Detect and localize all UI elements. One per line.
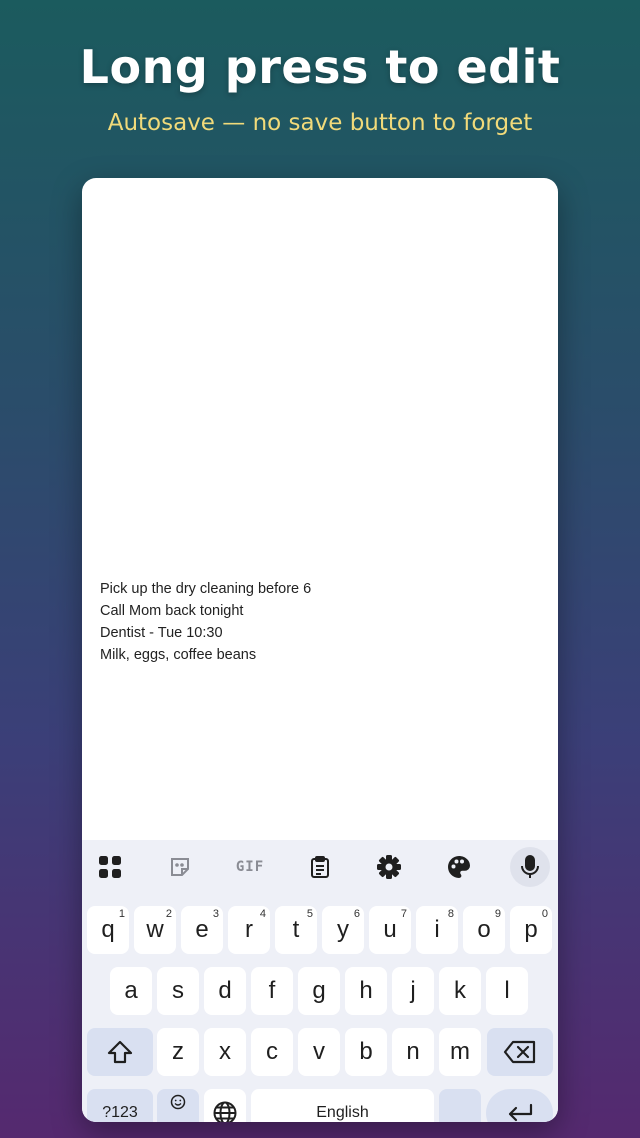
key-label: x — [219, 1038, 231, 1065]
shift-icon — [107, 1040, 133, 1064]
key-w[interactable]: w2 — [134, 906, 176, 954]
key-label: u — [383, 916, 397, 943]
space-label: English — [316, 1104, 369, 1121]
key-a[interactable]: a — [110, 967, 152, 1015]
key-label: r — [245, 916, 253, 943]
sticker-icon[interactable] — [160, 847, 200, 887]
key-k[interactable]: k — [439, 967, 481, 1015]
enter-key[interactable] — [486, 1089, 553, 1122]
key-hint: 4 — [259, 908, 266, 920]
key-hint: 5 — [306, 908, 313, 920]
key-hint: 7 — [400, 908, 407, 920]
key-hint: 6 — [353, 908, 360, 920]
key-label: y — [337, 916, 349, 943]
gif-icon[interactable]: GIF — [230, 847, 270, 887]
key-hint: 0 — [541, 908, 548, 920]
key-hint: 1 — [118, 908, 125, 920]
key-n[interactable]: n — [392, 1028, 434, 1076]
language-key[interactable] — [204, 1089, 246, 1122]
page-subtitle: Autosave — no save button to forget — [107, 110, 533, 136]
emoji-icon — [170, 1094, 186, 1110]
key-label: n — [406, 1038, 420, 1065]
note-line[interactable]: Pick up the dry cleaning before 6 — [100, 578, 540, 600]
key-label: i — [434, 916, 440, 943]
key-h[interactable]: h — [345, 967, 387, 1015]
key-label: z — [172, 1038, 184, 1065]
key-c[interactable]: c — [251, 1028, 293, 1076]
gif-label: GIF — [235, 859, 265, 875]
emoji-key[interactable] — [157, 1089, 199, 1122]
key-l[interactable]: l — [486, 967, 528, 1015]
key-label: d — [218, 977, 232, 1004]
key-hint: 9 — [494, 908, 501, 920]
period-key[interactable] — [439, 1089, 481, 1122]
key-x[interactable]: x — [204, 1028, 246, 1076]
keyboard-toolbar: GIF — [82, 840, 558, 894]
key-label: f — [268, 977, 276, 1004]
key-e[interactable]: e3 — [181, 906, 223, 954]
key-y[interactable]: y6 — [322, 906, 364, 954]
key-q[interactable]: q1 — [87, 906, 129, 954]
key-label: l — [504, 977, 510, 1004]
key-p[interactable]: p0 — [510, 906, 552, 954]
key-f[interactable]: f — [251, 967, 293, 1015]
gear-icon[interactable] — [369, 847, 409, 887]
key-m[interactable]: m — [439, 1028, 481, 1076]
key-b[interactable]: b — [345, 1028, 387, 1076]
key-label: o — [477, 916, 491, 943]
key-label: g — [312, 977, 326, 1004]
shift-key[interactable] — [87, 1028, 153, 1076]
key-label: q — [101, 916, 115, 943]
key-label: t — [292, 916, 300, 943]
apps-icon[interactable] — [90, 847, 130, 887]
enter-icon — [508, 1103, 532, 1122]
key-d[interactable]: d — [204, 967, 246, 1015]
clipboard-icon[interactable] — [300, 847, 340, 887]
key-t[interactable]: t5 — [275, 906, 317, 954]
key-label: c — [266, 1038, 278, 1065]
page-title: Long press to edit — [79, 40, 561, 94]
key-label: b — [359, 1038, 373, 1065]
key-o[interactable]: o9 — [463, 906, 505, 954]
key-label: v — [313, 1038, 325, 1065]
note-editor[interactable]: Pick up the dry cleaning before 6 Call M… — [100, 578, 540, 666]
key-j[interactable]: j — [392, 967, 434, 1015]
backspace-key[interactable] — [487, 1028, 553, 1076]
phone-screen: Pick up the dry cleaning before 6 Call M… — [82, 178, 558, 1122]
key-label: k — [454, 977, 466, 1004]
palette-icon[interactable] — [439, 847, 479, 887]
globe-icon — [213, 1101, 237, 1122]
key-label: p — [524, 916, 538, 943]
mic-icon[interactable] — [510, 847, 550, 887]
key-label: m — [450, 1038, 470, 1065]
key-z[interactable]: z — [157, 1028, 199, 1076]
space-key[interactable]: English — [251, 1089, 434, 1122]
key-s[interactable]: s — [157, 967, 199, 1015]
key-label: w — [146, 916, 164, 943]
key-i[interactable]: i8 — [416, 906, 458, 954]
symbols-key[interactable]: ?123 — [87, 1089, 153, 1122]
backspace-icon — [503, 1040, 536, 1064]
key-hint: 3 — [212, 908, 219, 920]
note-line[interactable]: Milk, eggs, coffee beans — [100, 644, 540, 666]
key-v[interactable]: v — [298, 1028, 340, 1076]
key-u[interactable]: u7 — [369, 906, 411, 954]
key-label: j — [410, 977, 416, 1004]
keyboard: GIF q 1 w 2 e 3 r 4 t 5 y 6 u 7 i 8 o 9 … — [82, 840, 558, 1122]
note-line[interactable]: Dentist - Tue 10:30 — [100, 622, 540, 644]
key-label: a — [124, 977, 138, 1004]
key-label: s — [172, 977, 184, 1004]
key-label: h — [359, 977, 373, 1004]
note-line[interactable]: Call Mom back tonight — [100, 600, 540, 622]
key-label: e — [195, 916, 209, 943]
symbols-label: ?123 — [102, 1104, 138, 1121]
key-r[interactable]: r4 — [228, 906, 270, 954]
key-hint: 2 — [165, 908, 172, 920]
key-g[interactable]: g — [298, 967, 340, 1015]
key-hint: 8 — [447, 908, 454, 920]
